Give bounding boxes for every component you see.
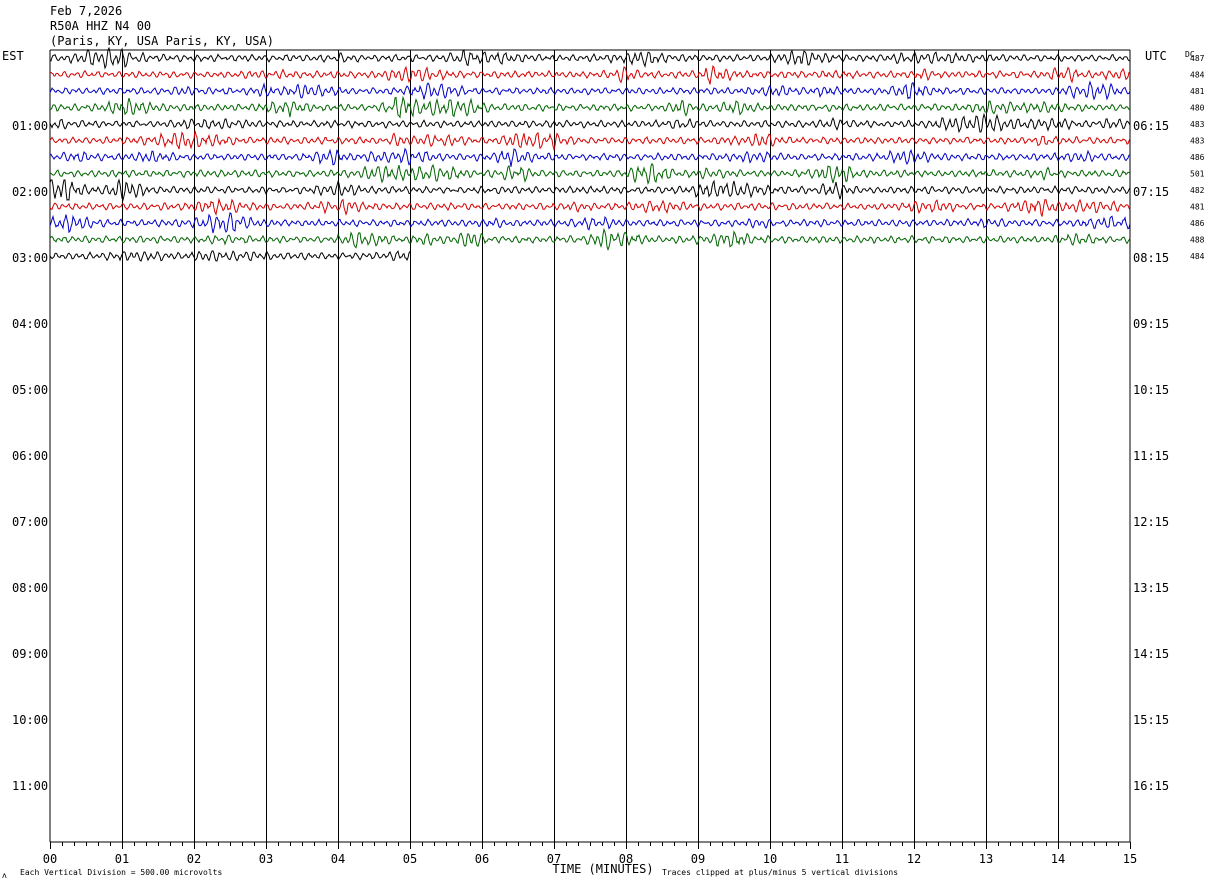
seismic-trace bbox=[49, 212, 1131, 234]
utc-hour-label: 11:15 bbox=[1133, 449, 1169, 463]
seismic-trace bbox=[49, 162, 1131, 186]
utc-hour-label: 07:15 bbox=[1133, 185, 1169, 199]
dc-offset-label: 480 bbox=[1190, 104, 1205, 113]
x-tick-label: 10 bbox=[763, 852, 777, 866]
est-hour-label: 10:00 bbox=[12, 713, 48, 727]
utc-hour-label: 06:15 bbox=[1133, 119, 1169, 133]
dc-offset-label: 484 bbox=[1190, 252, 1205, 261]
dc-offset-label: 486 bbox=[1190, 153, 1205, 162]
x-tick-label: 05 bbox=[403, 852, 417, 866]
x-tick-label: 09 bbox=[691, 852, 705, 866]
seismic-trace bbox=[49, 112, 1131, 134]
seismic-trace bbox=[49, 130, 1131, 152]
est-hour-label: 07:00 bbox=[12, 515, 48, 529]
dc-offset-label: 481 bbox=[1190, 87, 1205, 96]
seismic-trace bbox=[49, 147, 1131, 167]
est-hour-label: 09:00 bbox=[12, 647, 48, 661]
seismic-trace bbox=[49, 178, 1131, 202]
utc-hour-label: 16:15 bbox=[1133, 779, 1169, 793]
utc-hour-label: 15:15 bbox=[1133, 713, 1169, 727]
utc-hour-label: 09:15 bbox=[1133, 317, 1169, 331]
x-tick-label: 02 bbox=[187, 852, 201, 866]
x-tick-label: 13 bbox=[979, 852, 993, 866]
corner-mark: ʌ bbox=[2, 871, 7, 880]
est-hour-label: 01:00 bbox=[12, 119, 48, 133]
dc-offset-label: 483 bbox=[1190, 120, 1205, 129]
utc-hour-label: 13:15 bbox=[1133, 581, 1169, 595]
dc-offset-label: 488 bbox=[1190, 236, 1205, 245]
seismic-trace bbox=[49, 227, 1131, 251]
est-hour-label: 04:00 bbox=[12, 317, 48, 331]
dc-offset-label: 483 bbox=[1190, 137, 1205, 146]
vertical-division-note: Each Vertical Division = 500.00 microvol… bbox=[20, 868, 222, 877]
x-tick-label: 11 bbox=[835, 852, 849, 866]
dc-offset-label: 482 bbox=[1190, 186, 1205, 195]
utc-hour-label: 14:15 bbox=[1133, 647, 1169, 661]
x-tick-label: 04 bbox=[331, 852, 345, 866]
seismic-trace bbox=[49, 250, 411, 262]
seismic-trace bbox=[49, 95, 1131, 119]
clipping-note: Traces clipped at plus/minus 5 vertical … bbox=[662, 868, 898, 877]
est-hour-label: 02:00 bbox=[12, 185, 48, 199]
est-hour-label: 03:00 bbox=[12, 251, 48, 265]
seismic-trace bbox=[49, 46, 1131, 70]
dc-offset-label: 501 bbox=[1190, 170, 1205, 179]
dc-offset-label: 487 bbox=[1190, 54, 1205, 63]
utc-hour-label: 08:15 bbox=[1133, 251, 1169, 265]
x-tick-label: 12 bbox=[907, 852, 921, 866]
x-tick-label: 15 bbox=[1123, 852, 1137, 866]
x-tick-label: 06 bbox=[475, 852, 489, 866]
est-timezone-label: EST bbox=[2, 49, 24, 63]
dc-offset-label: 486 bbox=[1190, 219, 1205, 228]
est-hour-label: 05:00 bbox=[12, 383, 48, 397]
x-axis-title: TIME (MINUTES) bbox=[552, 862, 653, 876]
seismic-trace bbox=[49, 64, 1131, 85]
x-tick-label: 14 bbox=[1051, 852, 1065, 866]
utc-hour-label: 10:15 bbox=[1133, 383, 1169, 397]
est-hour-label: 08:00 bbox=[12, 581, 48, 595]
x-tick-label: 01 bbox=[115, 852, 129, 866]
seismic-trace bbox=[49, 80, 1131, 101]
utc-timezone-label: UTC bbox=[1145, 49, 1167, 63]
helicorder-chart: 00 01 02 03 04 05 06 07 08 09 10 11 12 13 14 15EST UTC DC… bbox=[2, 46, 1205, 880]
dc-offset-label: 484 bbox=[1190, 71, 1205, 80]
utc-hour-label: 12:15 bbox=[1133, 515, 1169, 529]
seismic-trace bbox=[49, 197, 1131, 217]
dc-offset-label: 481 bbox=[1190, 203, 1205, 212]
x-tick-label: 00 bbox=[43, 852, 57, 866]
est-hour-label: 11:00 bbox=[12, 779, 48, 793]
x-tick-label: 03 bbox=[259, 852, 273, 866]
est-hour-label: 06:00 bbox=[12, 449, 48, 463]
